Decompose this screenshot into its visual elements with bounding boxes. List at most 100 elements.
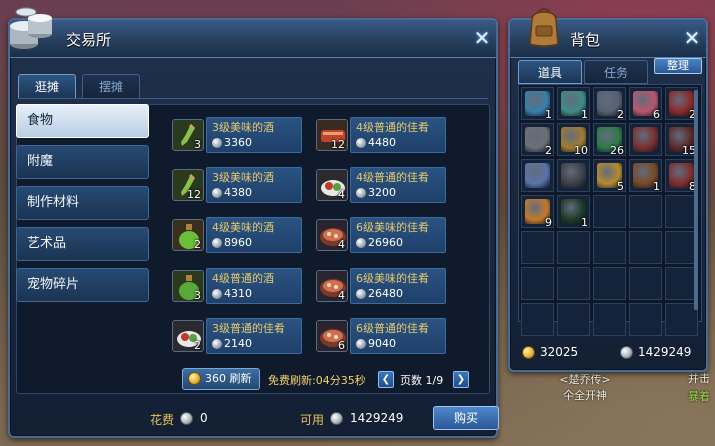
bag-slot[interactable]: [593, 303, 626, 336]
list-item[interactable]: 3 3级美味的酒 3360: [172, 117, 302, 155]
bag-slot[interactable]: [629, 231, 662, 264]
silver-icon: [212, 339, 222, 349]
item-name: 3级普通的佳肴: [212, 322, 285, 335]
silver-icon: [212, 289, 222, 299]
list-item[interactable]: 4 4级普通的佳肴 3200: [316, 167, 446, 205]
sort-button[interactable]: 整理: [654, 58, 702, 74]
category-food[interactable]: 食物: [16, 104, 149, 138]
list-item[interactable]: 3 4级普通的酒 4310: [172, 268, 302, 306]
item-price: 26960: [368, 236, 403, 249]
bag-slot[interactable]: [593, 195, 626, 228]
bag-slot[interactable]: [593, 231, 626, 264]
bag-slot[interactable]: [629, 195, 662, 228]
silver-coins-icon: [10, 7, 52, 49]
side-text-2: 暴着: [688, 390, 710, 403]
tab-items[interactable]: 道具: [518, 60, 582, 84]
bag-slot[interactable]: [557, 267, 590, 300]
silver-coin-icon: [330, 412, 343, 425]
bag-slot[interactable]: 1: [557, 195, 590, 229]
item-price: 4480: [368, 136, 396, 149]
item-name: 4级美味的酒: [212, 221, 274, 234]
bag-slot[interactable]: 26: [593, 123, 626, 157]
fee-label: 花费: [150, 413, 175, 427]
silver-amount: 1429249: [638, 345, 692, 359]
bag-slot[interactable]: 2: [593, 87, 626, 121]
list-item[interactable]: 12 3级美味的酒 4380: [172, 167, 302, 205]
category-art[interactable]: 艺术品: [16, 227, 149, 261]
tab-browse[interactable]: 逛摊: [18, 74, 76, 98]
available-value: 1429249: [350, 411, 404, 425]
bag-slot[interactable]: [593, 267, 626, 300]
buy-button[interactable]: 购买: [433, 406, 499, 430]
bag-slot[interactable]: 1: [629, 159, 662, 193]
bag-close-icon[interactable]: ✕: [682, 28, 702, 48]
refresh-button[interactable]: 360 刷新: [182, 368, 260, 390]
bag-slot[interactable]: 2: [521, 123, 554, 157]
trade-close-icon[interactable]: ✕: [472, 28, 492, 48]
category-enchant[interactable]: 附魔: [16, 145, 149, 179]
bag-slot[interactable]: [521, 267, 554, 300]
bag-slot[interactable]: [557, 231, 590, 264]
bag-slot[interactable]: [521, 159, 554, 192]
trade-window: 交易所 ✕ 逛摊 摆摊 食物 附魔 制作材料 艺术品 宠物碎片 3 3级美味的酒…: [8, 7, 499, 438]
item-name: 6级普通的佳肴: [356, 322, 429, 335]
bag-item-qty: 1: [581, 108, 588, 121]
bag-slot[interactable]: [521, 231, 554, 264]
bag-item-icon: [633, 127, 658, 152]
silver-icon: [212, 188, 222, 198]
page-indicator: 页数 1/9: [400, 374, 444, 387]
npc-label: <楚乔传> 仐全开神: [535, 372, 635, 404]
list-item[interactable]: 2 3级普通的佳肴 2140: [172, 318, 302, 356]
bag-slot[interactable]: [629, 267, 662, 300]
bag-title: 背包: [570, 31, 601, 49]
next-page-button[interactable]: ❯: [453, 371, 469, 388]
fee-value: 0: [200, 411, 208, 425]
side-text-1: 并击: [688, 372, 710, 385]
bag-slot[interactable]: 1: [557, 87, 590, 121]
bag-slot[interactable]: 9: [521, 195, 554, 229]
bag-slot[interactable]: [521, 303, 554, 336]
available-label: 可用: [300, 413, 325, 427]
bag-slot[interactable]: 1: [521, 87, 554, 121]
item-price: 4380: [224, 186, 252, 199]
stew-pot-icon: 6: [316, 320, 348, 352]
meat-skewer-icon: 12: [316, 119, 348, 151]
category-materials[interactable]: 制作材料: [16, 186, 149, 220]
list-item[interactable]: 2 4级美味的酒 8960: [172, 217, 302, 255]
bag-slot[interactable]: [629, 123, 662, 156]
backpack-icon: [529, 8, 559, 47]
item-name: 4级普通的佳肴: [356, 121, 429, 134]
silver-icon: [356, 188, 366, 198]
list-item[interactable]: 6 6级普通的佳肴 9040: [316, 318, 446, 356]
item-price: 3200: [368, 186, 396, 199]
npc-name: 仐全开神: [563, 389, 607, 402]
silver-icon: [212, 238, 222, 248]
list-item[interactable]: 4 6级美味的佳肴 26480: [316, 268, 446, 306]
list-item[interactable]: 4 6级美味的佳肴 26960: [316, 217, 446, 255]
item-price: 4310: [224, 287, 252, 300]
bag-slot[interactable]: 5: [593, 159, 626, 193]
item-price: 8960: [224, 236, 252, 249]
bag-item-qty: 5: [617, 180, 624, 193]
prev-page-button[interactable]: ❮: [378, 371, 394, 388]
bag-slot[interactable]: 10: [557, 123, 590, 157]
bag-slot[interactable]: [557, 303, 590, 336]
potion-jar-icon: 2: [172, 219, 204, 251]
wine-bottle-icon: 12: [172, 169, 204, 201]
bag-item-qty: 1: [581, 216, 588, 229]
potion-jar-icon: 3: [172, 270, 204, 302]
tab-stall[interactable]: 摆摊: [82, 74, 140, 98]
bag-slot[interactable]: [629, 303, 662, 336]
bag-scrollbar[interactable]: [694, 90, 698, 310]
tab-quest[interactable]: 任务: [584, 60, 648, 84]
food-plate-icon: 4: [316, 169, 348, 201]
category-pet-fragments[interactable]: 宠物碎片: [16, 268, 149, 302]
bag-slot[interactable]: [557, 159, 590, 192]
item-price: 3360: [224, 136, 252, 149]
npc-title: <楚乔传>: [559, 373, 611, 386]
list-item[interactable]: 12 4级普通的佳肴 4480: [316, 117, 446, 155]
bag-slot[interactable]: 6: [629, 87, 662, 121]
item-name: 4级普通的酒: [212, 272, 274, 285]
bag-item-qty: 9: [545, 216, 552, 229]
silver-icon: [356, 238, 366, 248]
